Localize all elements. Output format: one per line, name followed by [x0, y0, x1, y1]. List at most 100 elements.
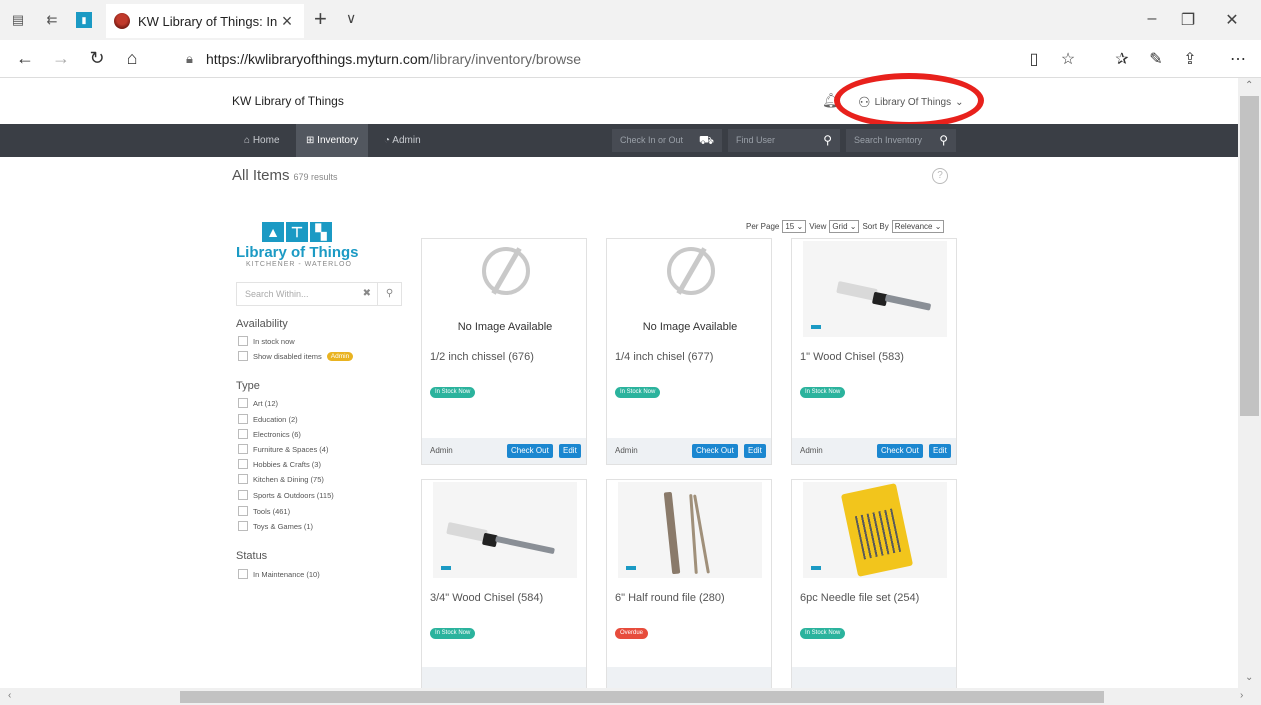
find-user-input[interactable]: Find User ⚲	[728, 129, 840, 152]
tab-dropdown-icon[interactable]: ∨	[346, 10, 356, 27]
facet-label: Electronics (6)	[253, 429, 301, 439]
check-out-button[interactable]: Check Out	[692, 444, 738, 458]
set-aside-tabs-icon[interactable]: ⇇	[44, 12, 60, 28]
close-window-icon[interactable]: ✕	[1222, 10, 1242, 30]
share-icon[interactable]: ⇪	[1180, 49, 1200, 69]
checkbox[interactable]	[238, 414, 248, 424]
checkbox[interactable]	[238, 429, 248, 439]
facet-type[interactable]: Education (2)	[238, 414, 298, 424]
nav-inventory[interactable]: ⊞ Inventory	[296, 124, 369, 157]
per-page-select[interactable]: 15 ⌄	[782, 220, 807, 233]
facet-type[interactable]: Art (12)	[238, 398, 278, 408]
checkbox[interactable]	[238, 569, 248, 579]
scroll-left-icon[interactable]: ‹	[8, 690, 11, 701]
horizontal-scrollbar[interactable]: ‹ ›	[0, 688, 1261, 705]
status-badge: In Stock Now	[800, 628, 846, 639]
edit-button[interactable]: Edit	[929, 444, 951, 458]
more-icon[interactable]: ⋯	[1228, 49, 1248, 69]
minimize-icon[interactable]: –	[1142, 10, 1162, 28]
checkbox[interactable]	[238, 490, 248, 500]
tab-active[interactable]: KW Library of Things: In ×	[106, 4, 304, 38]
facet-type[interactable]: Sports & Outdoors (115)	[238, 490, 334, 500]
url-field[interactable]: 🔒︎ https://kwlibraryofthings.myturn.com /…	[186, 44, 1086, 74]
facet-type[interactable]: Kitchen & Dining (75)	[238, 474, 324, 484]
help-icon[interactable]: ?	[932, 168, 948, 184]
vertical-scrollbar[interactable]: ⌃ ⌄	[1238, 78, 1261, 688]
facet-show-disabled[interactable]: Show disabled items Admin	[238, 351, 354, 361]
item-name[interactable]: 1" Wood Chisel (583)	[800, 351, 904, 363]
sort-select[interactable]: Relevance ⌄	[891, 220, 945, 233]
checkbox[interactable]	[238, 459, 248, 469]
clear-icon[interactable]: ✖	[363, 283, 371, 305]
checkbox[interactable]	[238, 521, 248, 531]
facet-status[interactable]: In Maintenance (10)	[238, 569, 320, 579]
item-name[interactable]: 1/2 inch chissel (676)	[430, 351, 534, 363]
item-card[interactable]: 6" Half round file (280) Overdue	[606, 479, 772, 694]
item-card[interactable]: 6pc Needle file set (254) In Stock Now	[791, 479, 957, 694]
item-photo[interactable]	[618, 482, 762, 578]
back-icon[interactable]: ←	[14, 48, 36, 68]
checkbox[interactable]	[238, 444, 248, 454]
item-card[interactable]: No Image Available 1/4 inch chisel (677)…	[606, 238, 772, 465]
favicon-icon	[114, 13, 130, 29]
search-within-input[interactable]: Search Within... ✖ ⚲	[236, 282, 402, 306]
item-name[interactable]: 3/4" Wood Chisel (584)	[430, 592, 543, 604]
item-card[interactable]: 1" Wood Chisel (583) In Stock Now Admin …	[791, 238, 957, 465]
new-tab-icon[interactable]: +	[314, 8, 327, 30]
facet-in-stock[interactable]: In stock now	[238, 336, 295, 346]
checkbox[interactable]	[238, 398, 248, 408]
scroll-right-icon[interactable]: ›	[1240, 690, 1243, 701]
forward-icon[interactable]: →	[50, 48, 72, 68]
item-name[interactable]: 6pc Needle file set (254)	[800, 592, 919, 604]
availability-heading: Availability	[236, 318, 288, 330]
horizontal-scroll-thumb[interactable]	[180, 691, 1104, 703]
facet-label: Show disabled items	[253, 351, 322, 361]
search-icon[interactable]: ⚲	[939, 129, 948, 152]
facet-type[interactable]: Tools (461)	[238, 506, 290, 516]
edit-button[interactable]: Edit	[744, 444, 766, 458]
scroll-up-icon[interactable]: ⌃	[1245, 80, 1253, 91]
favorite-star-icon[interactable]: ☆	[1058, 49, 1078, 69]
item-card[interactable]: No Image Available 1/2 inch chissel (676…	[421, 238, 587, 465]
facet-type[interactable]: Furniture & Spaces (4)	[238, 444, 328, 454]
check-out-button[interactable]: Check Out	[877, 444, 923, 458]
edit-button[interactable]: Edit	[559, 444, 581, 458]
facet-type[interactable]: Toys & Games (1)	[238, 521, 313, 531]
view-value: Grid	[832, 222, 848, 231]
item-name[interactable]: 6" Half round file (280)	[615, 592, 725, 604]
close-tab-icon[interactable]: ×	[278, 11, 296, 32]
restore-icon[interactable]: ❐	[1178, 10, 1198, 30]
nav-admin[interactable]: ◔ Admin	[374, 124, 431, 157]
refresh-icon[interactable]: ↻	[86, 48, 108, 68]
notes-pen-icon[interactable]: ✎	[1146, 49, 1166, 69]
checkbox[interactable]	[238, 474, 248, 484]
facet-label: In stock now	[253, 336, 295, 346]
item-photo[interactable]	[803, 482, 947, 578]
home-icon[interactable]: ⌂	[121, 48, 143, 68]
home-nav-icon: ⌂	[244, 135, 253, 146]
checkbox[interactable]	[238, 336, 248, 346]
item-card[interactable]: 3/4" Wood Chisel (584) In Stock Now	[421, 479, 587, 694]
search-within-button[interactable]: ⚲	[377, 283, 401, 305]
facet-type[interactable]: Electronics (6)	[238, 429, 301, 439]
checkbox[interactable]	[238, 506, 248, 516]
tab-preview-icon[interactable]: ▤	[10, 12, 26, 28]
reading-view-icon[interactable]: ▯	[1024, 49, 1044, 69]
favorites-hub-icon[interactable]: ✰	[1112, 49, 1132, 69]
check-out-button[interactable]: Check Out	[507, 444, 553, 458]
checkbox[interactable]	[238, 351, 248, 361]
checkin-input[interactable]: Check In or Out ⛟	[612, 129, 722, 152]
user-search-icon[interactable]: ⚲	[823, 129, 832, 152]
item-name[interactable]: 1/4 inch chisel (677)	[615, 351, 713, 363]
cart-icon[interactable]: ⛟	[699, 129, 714, 152]
pinned-tab-icon[interactable]: ▮	[76, 12, 92, 28]
nav-home[interactable]: ⌂ Home	[234, 124, 290, 157]
item-photo[interactable]	[803, 241, 947, 337]
facet-type[interactable]: Hobbies & Crafts (3)	[238, 459, 321, 469]
vertical-scroll-thumb[interactable]	[1240, 96, 1259, 416]
view-select[interactable]: Grid ⌄	[829, 220, 860, 233]
scroll-down-icon[interactable]: ⌄	[1245, 672, 1253, 683]
site-title[interactable]: KW Library of Things	[232, 94, 344, 108]
item-photo[interactable]	[433, 482, 577, 578]
search-inventory-input[interactable]: Search Inventory ⚲	[846, 129, 956, 152]
